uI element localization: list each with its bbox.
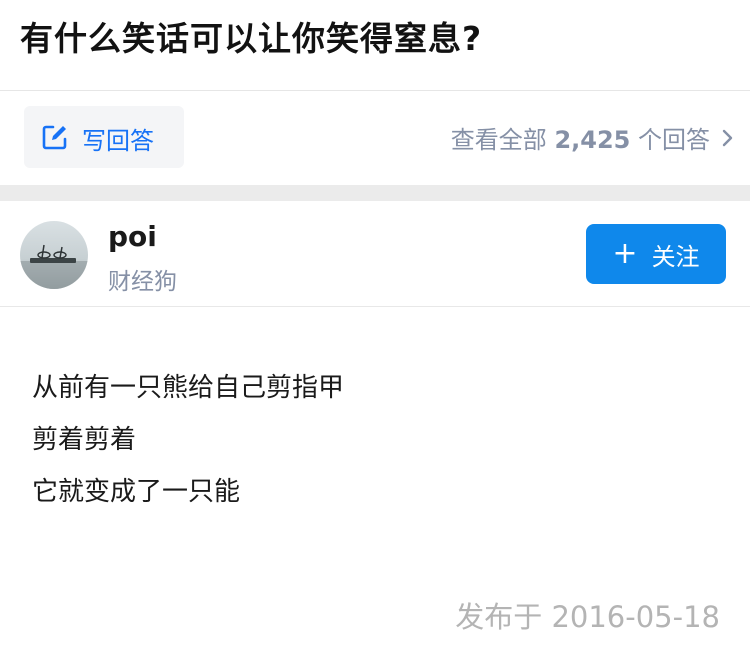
answer-count: 2,425 [554,126,631,154]
answer-line: 它就变成了一只能 [32,477,241,507]
divider [0,306,750,307]
answer-body: 从前有一只熊给自己剪指甲 剪着剪着 它就变成了一只能 [32,362,344,518]
author-tagline: 财经狗 [108,269,177,295]
follow-button[interactable]: + 关注 [586,224,726,284]
section-separator [0,185,750,201]
chevron-right-icon[interactable] [720,126,736,150]
view-all-suffix: 个回答 [630,126,710,154]
follow-label: 关注 [651,242,700,271]
answer-line: 从前有一只熊给自己剪指甲 [32,373,345,403]
view-all-prefix: 查看全部 [450,126,555,154]
answer-line: 剪着剪着 [32,425,137,455]
avatar-image [20,244,88,289]
view-all-answers-link[interactable]: 查看全部 2,425 个回答 [451,120,710,155]
divider [0,90,750,91]
write-answer-button[interactable]: 写回答 [24,106,184,168]
write-answer-label: 写回答 [82,127,154,155]
avatar[interactable] [20,221,88,289]
plus-icon: + [612,236,638,271]
edit-icon [42,125,67,150]
author-name[interactable]: poi [108,220,157,253]
published-date: 发布于 2016-05-18 [455,600,720,634]
question-title: 有什么笑话可以让你笑得窒息? [20,19,483,58]
